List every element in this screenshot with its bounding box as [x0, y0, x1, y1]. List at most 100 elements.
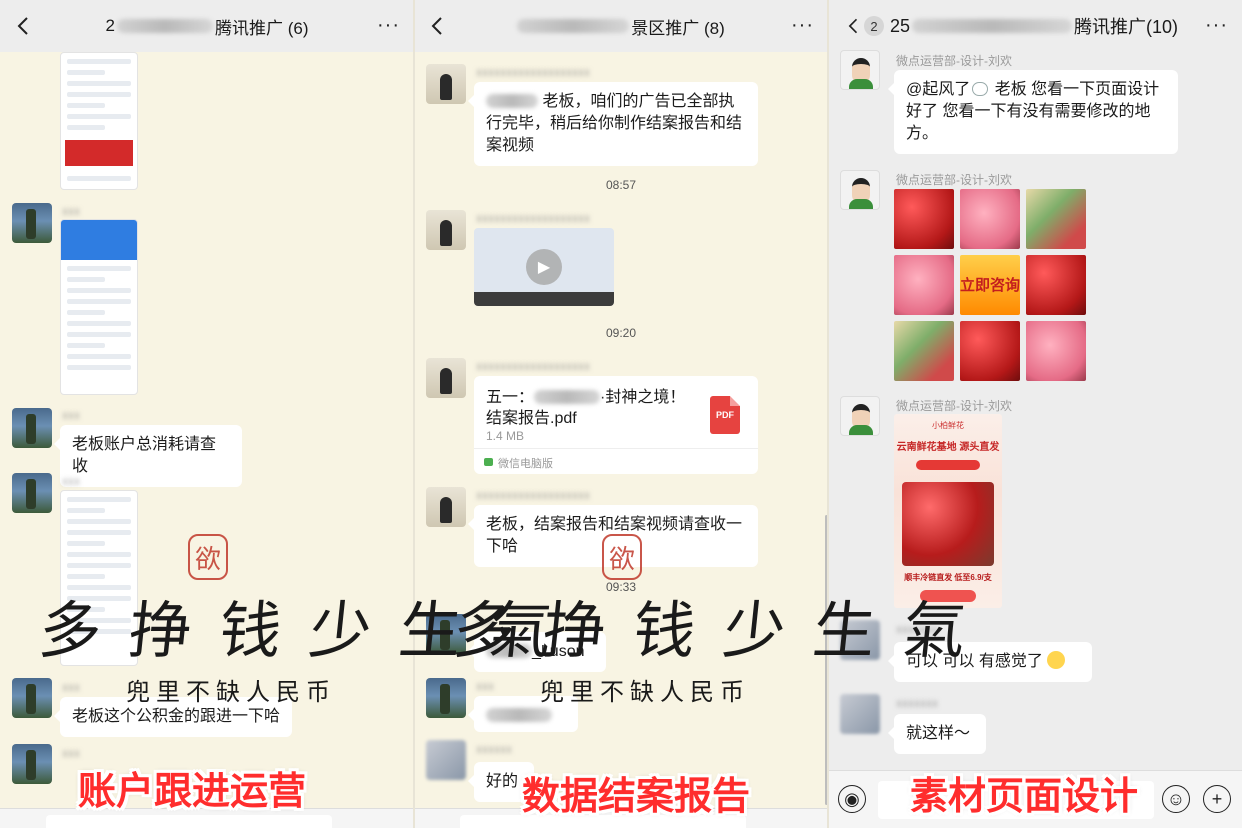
message-bubble[interactable]: @起风了 老板 您看一下页面设计好了 您看一下有没有需要修改的地方。	[888, 70, 1178, 154]
avatar[interactable]	[12, 473, 52, 513]
avatar[interactable]	[426, 64, 466, 104]
calligraphy-subtitle: 兜里不缺人民币	[540, 678, 750, 706]
avatar[interactable]	[426, 487, 466, 527]
poster-image[interactable]: 小柏鲜花 云南鲜花基地 源头直发 顺丰冷链直发 低至6.9/支	[894, 414, 1002, 608]
sender-name: xxxxxxxxxxxxxxxxxxx	[476, 359, 590, 373]
image-grid: 立即咨询	[894, 189, 1086, 381]
seal-stamp: 欲	[602, 534, 642, 580]
flower-image[interactable]	[960, 189, 1020, 249]
avatar[interactable]	[840, 50, 880, 90]
sender-name: xxxxxx	[476, 742, 512, 756]
plus-icon[interactable]: +	[1203, 785, 1231, 813]
play-icon[interactable]: ▶	[526, 249, 562, 285]
sender-name: xxx	[62, 408, 80, 422]
more-icon[interactable]: ···	[1205, 14, 1228, 37]
laughing-emoji-icon	[1047, 651, 1066, 669]
sender-name: xxx	[62, 474, 80, 488]
voice-icon[interactable]: ◉	[838, 785, 866, 813]
sender-name: xxx	[476, 679, 494, 693]
screenshot-image[interactable]	[60, 52, 138, 190]
sender-name: 微点运营部-设计-刘欢	[896, 173, 1012, 187]
avatar[interactable]	[12, 744, 52, 784]
panel-divider	[827, 0, 829, 828]
sender-name: 微点运营部-设计-刘欢	[896, 399, 1012, 413]
blurred-title	[116, 19, 213, 33]
avatar[interactable]	[840, 396, 880, 436]
blurred-title	[912, 19, 1073, 33]
avatar[interactable]	[426, 358, 466, 398]
avatar[interactable]	[12, 678, 52, 718]
chat-title-prefix: 25	[890, 15, 911, 36]
avatar[interactable]	[426, 210, 466, 250]
blurred-name	[486, 94, 538, 108]
flower-image[interactable]	[1026, 189, 1086, 249]
section-caption: 数据结案报告	[522, 776, 751, 818]
screenshot-image[interactable]	[60, 219, 138, 395]
sender-name: xxxxxxxxxxxxxxxxxxx	[476, 488, 590, 502]
back-icon[interactable]	[12, 14, 36, 38]
sender-name: xxxxxxxxxxxxxxxxxxx	[476, 65, 590, 79]
avatar[interactable]	[12, 408, 52, 448]
sender-name: xxx	[62, 746, 80, 760]
sender-name: xxx	[62, 680, 80, 694]
back-icon[interactable]	[844, 14, 864, 38]
timestamp: 09:20	[605, 326, 637, 340]
more-icon[interactable]: ···	[791, 14, 814, 37]
sender-name: xxxxxxx	[896, 696, 938, 710]
avatar[interactable]	[426, 740, 466, 780]
avatar[interactable]	[426, 678, 466, 718]
chat-header: 2 腾讯推广 (6) ···	[0, 0, 414, 52]
file-source: 微信电脑版	[474, 448, 758, 474]
emoji-icon[interactable]: ☺	[1162, 785, 1190, 813]
chat-title-prefix: 2	[105, 16, 115, 35]
file-name-line1-tail: ·封神之境！	[600, 389, 686, 406]
message-mention: @起风了	[906, 81, 971, 98]
video-message[interactable]: ▶	[474, 228, 614, 306]
more-icon[interactable]: ···	[377, 14, 400, 37]
calligraphy-subtitle: 兜里不缺人民币	[126, 678, 336, 706]
section-caption: 素材页面设计	[910, 776, 1139, 818]
panel-divider	[413, 0, 415, 828]
flower-image[interactable]	[894, 321, 954, 381]
back-icon[interactable]	[426, 14, 450, 38]
file-name: 五一： ·封神之境！ 结案报告.pdf	[486, 387, 696, 429]
chat-title: 腾讯推广(10)	[1074, 17, 1179, 37]
flower-image[interactable]	[894, 255, 954, 315]
unread-badge: 2	[864, 16, 884, 36]
avatar[interactable]	[840, 694, 880, 734]
poster-button	[916, 460, 980, 470]
avatar[interactable]	[12, 203, 52, 243]
sender-name: 微点运营部-设计-刘欢	[896, 54, 1012, 68]
avatar[interactable]	[840, 170, 880, 210]
chat-title: 腾讯推广 (6)	[214, 18, 309, 38]
section-caption: 账户跟进运营	[78, 771, 307, 813]
poster-title: 云南鲜花基地 源头直发	[896, 442, 1000, 453]
sender-name: xxx	[62, 204, 80, 218]
file-message[interactable]: 五一： ·封神之境！ 结案报告.pdf 1.4 MB PDF 微信电脑版	[474, 376, 758, 474]
file-size: 1.4 MB	[486, 429, 525, 443]
flower-image[interactable]	[1026, 255, 1086, 315]
consult-banner[interactable]: 立即咨询	[960, 255, 1020, 315]
message-bubble[interactable]: 老板，咱们的广告已全部执行完毕，稍后给你制作结案报告和结案视频	[468, 82, 758, 166]
flower-image[interactable]	[894, 189, 954, 249]
file-name-line2: 结案报告.pdf	[486, 410, 577, 427]
seal-stamp: 欲	[188, 534, 228, 580]
chat-header: 景区推广 (8) ···	[414, 0, 828, 52]
message-input[interactable]	[46, 815, 332, 828]
video-bar	[474, 292, 614, 306]
sender-name: xxxxxxxxxxxxxxxxxxx	[476, 211, 590, 225]
blurred-text	[486, 708, 552, 722]
blurred-filename	[534, 390, 601, 404]
poster-brand: 小柏鲜花	[932, 421, 964, 430]
flower-image[interactable]	[1026, 321, 1086, 381]
message-bubble[interactable]: 就这样～	[888, 714, 986, 754]
message-bubble[interactable]: 老板账户总消耗请查收	[54, 425, 242, 487]
chat-panel-3: 2 25 腾讯推广(10) ··· 微点运营部-设计-刘欢 @起风了 老板 您看…	[828, 0, 1242, 828]
chat-title: 景区推广 (8)	[631, 18, 725, 38]
flower-image[interactable]	[960, 321, 1020, 381]
pdf-icon: PDF	[710, 396, 740, 434]
file-name-line1: 五一：	[486, 389, 535, 406]
blurred-title	[517, 19, 630, 33]
chat-header: 2 25 腾讯推广(10) ···	[828, 0, 1242, 52]
timestamp: 08:57	[605, 178, 637, 192]
